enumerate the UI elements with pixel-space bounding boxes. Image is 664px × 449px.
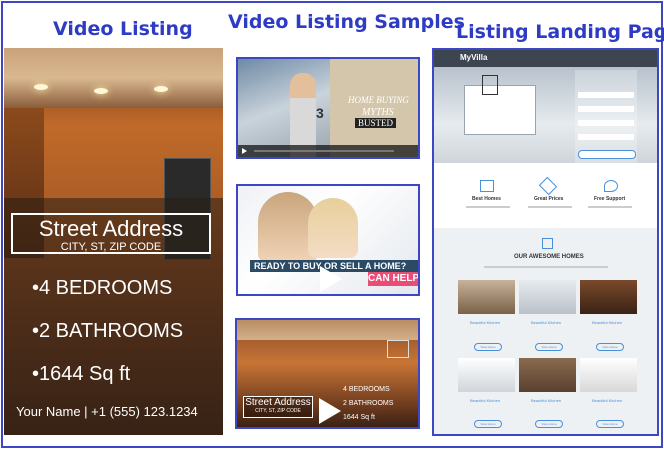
seek-bar[interactable] <box>254 150 394 152</box>
sample-3-address-title: Street Address <box>245 397 311 408</box>
sample-3-bedrooms: 4 BEDROOMS <box>343 386 390 393</box>
diamond-icon <box>538 176 558 196</box>
form-field[interactable] <box>578 106 634 112</box>
view-home-button[interactable]: View Home <box>535 420 563 428</box>
sample-video-2[interactable]: READY TO BUY OR SELL A HOME? CAN HELP <box>236 184 420 296</box>
hero-lantern <box>482 75 498 95</box>
form-field[interactable] <box>578 92 634 98</box>
sample-3-bathrooms: 2 BATHROOMS <box>343 400 394 407</box>
ceiling-light <box>154 86 168 92</box>
form-field[interactable] <box>578 120 634 126</box>
play-icon[interactable] <box>320 266 342 292</box>
form-submit-button[interactable] <box>578 150 636 159</box>
feature-title-3: Free Support <box>594 196 626 202</box>
feature-title-1: Best Homes <box>472 196 501 202</box>
sample-2-help-label: CAN HELP <box>368 272 420 286</box>
landing-nav: MyVilla <box>434 50 657 67</box>
heading-video-samples: Video Listing Samples <box>228 11 465 33</box>
home-card-title: Beautiful Kitchen <box>531 320 562 325</box>
bedrooms-feature: •4 BEDROOMS <box>32 277 173 299</box>
sample-1-text-line2: MYTHS <box>362 107 394 118</box>
landing-page-preview[interactable]: MyVilla Best Homes Great Prices Free Sup… <box>432 48 659 436</box>
map-pin-icon <box>604 180 618 192</box>
home-card-image[interactable] <box>580 280 637 314</box>
home-card-title: Beautiful Kitchen <box>470 320 501 325</box>
home-card-image[interactable] <box>580 358 637 392</box>
ceiling-light <box>34 84 48 90</box>
home-icon <box>542 238 553 249</box>
sample-video-1[interactable]: 3 HOME BUYING MYTHS BUSTED <box>236 57 420 159</box>
video-controls-bar[interactable] <box>238 145 418 157</box>
truck-icon <box>480 180 494 192</box>
landing-logo: MyVilla <box>460 53 488 62</box>
landing-contact-form[interactable] <box>575 70 637 163</box>
view-home-button[interactable]: View Home <box>596 420 624 428</box>
sample-2-woman-image <box>308 198 358 258</box>
sample-1-text-line3: BUSTED <box>355 118 397 128</box>
homes-subtitle <box>484 266 608 268</box>
sample-3-ceiling <box>237 320 418 340</box>
address-subtitle: CITY, ST, ZIP CODE <box>60 241 162 253</box>
sqft-feature: •1644 Sq ft <box>32 363 131 385</box>
feature-text <box>466 206 510 208</box>
play-icon[interactable] <box>242 148 247 154</box>
sample-3-address-sub: CITY, ST, ZIP CODE <box>255 408 301 414</box>
address-title: Street Address <box>38 216 184 241</box>
contact-info: Your Name | +1 (555) 123.1234 <box>16 404 198 419</box>
home-card-title: Beautiful Kitchen <box>592 398 623 403</box>
ceiling-light <box>94 88 108 94</box>
home-card-image[interactable] <box>458 280 515 314</box>
heading-landing-page: Listing Landing Page <box>456 21 664 43</box>
sample-video-3[interactable]: Street Address CITY, ST, ZIP CODE 4 BEDR… <box>235 318 420 429</box>
homes-title: OUR AWESOME HOMES <box>514 254 584 260</box>
form-field[interactable] <box>578 134 634 140</box>
home-card-image[interactable] <box>458 358 515 392</box>
home-card-title: Beautiful Kitchen <box>592 320 623 325</box>
feature-text <box>588 206 632 208</box>
sample-1-text-line1: HOME BUYING <box>348 95 409 105</box>
sample-1-number: 3 <box>316 105 324 121</box>
video-listing-panel[interactable]: Street Address CITY, ST, ZIP CODE •4 BED… <box>4 48 223 435</box>
home-card-title: Beautiful Kitchen <box>531 398 562 403</box>
bathrooms-feature: •2 BATHROOMS <box>32 320 184 342</box>
address-box: Street Address CITY, ST, ZIP CODE <box>11 213 211 254</box>
view-home-button[interactable]: View Home <box>474 343 502 351</box>
sample-3-sqft: 1644 Sq ft <box>343 414 375 421</box>
home-card-image[interactable] <box>519 358 576 392</box>
sample-3-address-box: Street Address CITY, ST, ZIP CODE <box>243 396 313 418</box>
chandelier-image <box>387 340 409 358</box>
home-card-image[interactable] <box>519 280 576 314</box>
ceiling-image <box>4 48 223 108</box>
play-icon[interactable] <box>319 398 341 424</box>
heading-video-listing: Video Listing <box>53 18 193 40</box>
feature-text <box>528 206 572 208</box>
view-home-button[interactable]: View Home <box>474 420 502 428</box>
home-card-title: Beautiful Kitchen <box>470 398 501 403</box>
view-home-button[interactable]: View Home <box>535 343 563 351</box>
hero-window <box>464 85 536 135</box>
feature-title-2: Great Prices <box>534 196 564 202</box>
view-home-button[interactable]: View Home <box>596 343 624 351</box>
